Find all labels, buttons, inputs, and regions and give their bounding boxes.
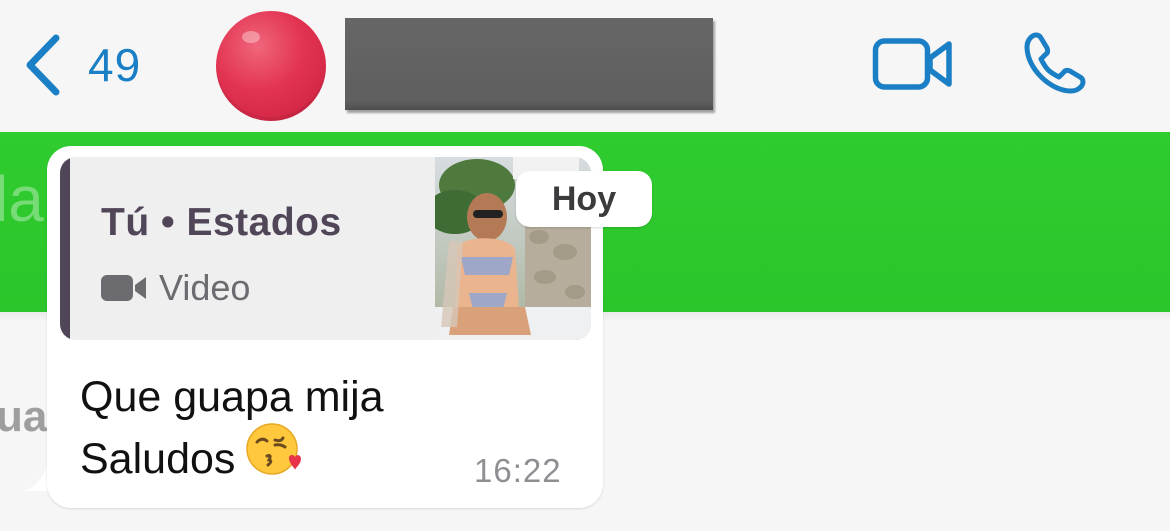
quote-type-label: Video: [159, 267, 251, 308]
back-button[interactable]: 49: [22, 30, 141, 100]
quoted-status-reply[interactable]: Tú • Estados Video: [60, 157, 591, 340]
contact-name-redacted[interactable]: [345, 18, 713, 110]
message-line-1: Que guapa mija: [80, 373, 384, 421]
phone-icon: [1024, 32, 1086, 94]
video-camera-icon: [872, 38, 952, 90]
chevron-left-icon: [26, 34, 60, 96]
message-line-2: Saludos: [80, 435, 236, 483]
background-partial-text: la: [0, 163, 44, 235]
message-timestamp: 16:22: [474, 452, 562, 489]
avatar[interactable]: [216, 11, 326, 121]
date-separator-chip: Hoy: [516, 171, 652, 227]
chat-header: 49: [0, 0, 1170, 132]
background-partial-text-2: ua: [0, 392, 48, 441]
quote-author: Tú • Estados: [101, 201, 342, 244]
message-line-2-container: Saludos: [80, 423, 384, 495]
quote-accent-bar: [60, 157, 70, 340]
kiss-emoji-icon: [245, 420, 303, 495]
quote-media-type: Video: [101, 264, 250, 312]
voice-call-button[interactable]: [1022, 30, 1088, 96]
video-camera-icon: [101, 275, 146, 301]
unread-count: 49: [88, 39, 142, 91]
video-call-button[interactable]: [872, 36, 954, 92]
message-text: Que guapa mija Saludos: [80, 366, 384, 495]
